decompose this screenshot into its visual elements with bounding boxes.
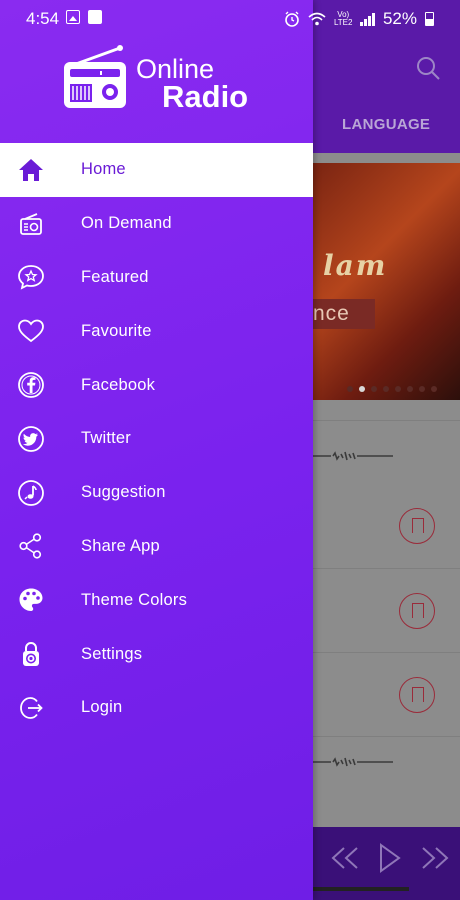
menu-item-label: Favourite [81, 321, 152, 340]
list-item[interactable] [313, 568, 460, 652]
menu-item-settings[interactable]: Settings [0, 627, 313, 681]
menu-item-suggestion[interactable]: Suggestion [0, 466, 313, 520]
battery-percent: 52% [382, 9, 417, 28]
wifi-icon [308, 12, 326, 26]
featured-banner[interactable]: lam nce [313, 163, 460, 400]
list-item[interactable] [313, 652, 460, 736]
menu-item-facebook[interactable]: Facebook [0, 358, 313, 412]
twitter-icon [18, 425, 44, 452]
menu-item-featured[interactable]: Featured [0, 251, 313, 305]
clock: 4:54 [26, 9, 60, 28]
facebook-icon [18, 372, 44, 398]
star-chat-icon [18, 265, 44, 291]
menu-item-on-demand[interactable]: On Demand [0, 197, 313, 251]
lte-indicator: Vo) LTE2 [333, 10, 353, 27]
menu-item-home[interactable]: Home [0, 143, 313, 197]
list-item[interactable] [313, 484, 460, 568]
heart-icon [18, 319, 44, 343]
alarm-icon [285, 11, 299, 27]
menu-item-favourite[interactable]: Favourite [0, 304, 313, 358]
menu-item-login[interactable]: Login [0, 681, 313, 735]
signal-icon [360, 12, 375, 26]
menu-item-label: Settings [81, 644, 143, 663]
menu-item-label: Home [81, 160, 126, 179]
carousel-dots [347, 386, 437, 392]
menu-item-twitter[interactable]: Twitter [0, 412, 313, 466]
bookmark-icon[interactable] [399, 508, 435, 544]
menu-item-label: Theme Colors [81, 590, 188, 609]
suggestion-icon [18, 479, 44, 506]
battery-icon [425, 12, 434, 26]
list-item[interactable] [313, 736, 460, 820]
bookmark-icon[interactable] [399, 593, 435, 629]
waveform-icon [313, 757, 393, 767]
rewind-icon[interactable] [330, 846, 360, 870]
settings-icon [23, 642, 39, 667]
bookmark-icon[interactable] [399, 677, 435, 713]
menu-item-theme-colors[interactable]: Theme Colors [0, 573, 313, 627]
menu-item-label: Share App [81, 536, 160, 555]
banner-subtitle: nce [313, 299, 375, 329]
menu-item-label: On Demand [81, 214, 172, 233]
search-icon[interactable] [414, 54, 442, 82]
progress-bar[interactable] [313, 887, 409, 891]
waveform-icon [313, 451, 393, 461]
menu-item-share-app[interactable]: Share App [0, 520, 313, 574]
home-icon [19, 158, 43, 181]
banner-title: lam [323, 249, 388, 282]
menu-item-label: Login [81, 698, 123, 717]
share-icon [19, 533, 42, 560]
palette-icon [19, 588, 43, 612]
gallery-notification-icon [66, 10, 80, 24]
login-icon [20, 696, 43, 719]
menu-item-label: Twitter [81, 429, 131, 448]
drawer-menu: Home On Demand Featured Favourite Facebo… [0, 143, 313, 735]
status-bar: 4:54 Vo) LTE2 52% [0, 0, 460, 36]
play-icon[interactable] [378, 843, 402, 873]
navigation-drawer: Online Radio Home On Demand Featured Fav… [0, 0, 313, 900]
tab-language[interactable]: LANGUAGE [342, 116, 430, 133]
checklist-notification-icon [88, 10, 102, 24]
fast-forward-icon[interactable] [420, 846, 450, 870]
menu-item-label: Featured [81, 267, 149, 286]
logo-text-radio: Radio [162, 79, 249, 114]
radio-icon [20, 212, 42, 235]
menu-item-label: Suggestion [81, 483, 166, 502]
menu-item-label: Facebook [81, 375, 156, 394]
